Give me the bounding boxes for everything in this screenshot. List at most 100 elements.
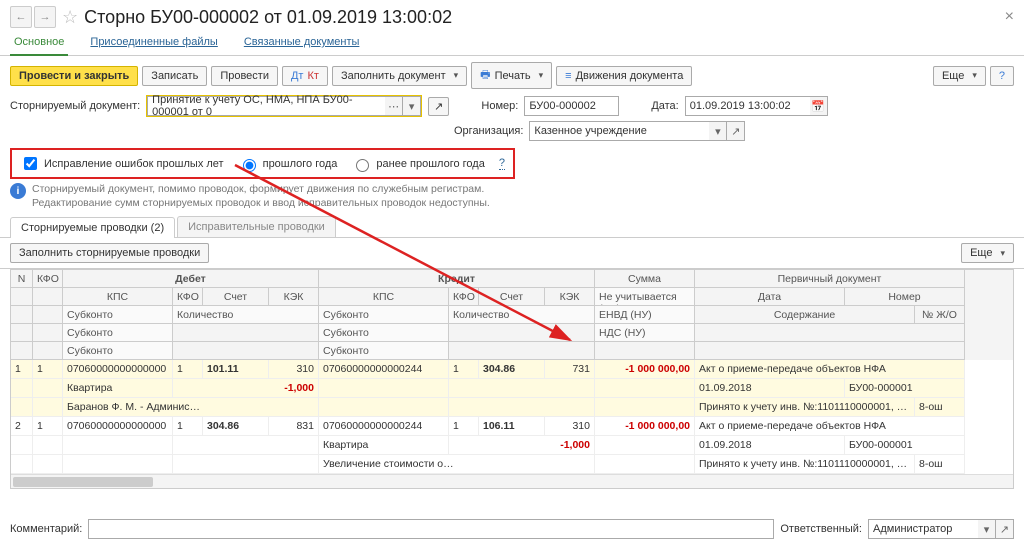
c-cacct: 304.86 <box>479 360 545 379</box>
correction-block: Исправление ошибок прошлых лет прошлого … <box>10 148 515 179</box>
c-csub1: Квартира <box>319 436 449 455</box>
resp-input[interactable]: Администратор <box>868 519 978 539</box>
h-nds: НДС (НУ) <box>595 324 695 342</box>
post-close-button[interactable]: Провести и закрыть <box>10 66 138 86</box>
c-sub2: Баранов Ф. М. - Админис… <box>63 398 319 417</box>
nav-fwd[interactable]: → <box>34 6 56 28</box>
h-sum: Сумма <box>595 270 695 288</box>
h-c-sub1: Субконто <box>319 306 449 324</box>
calendar-icon[interactable]: 📅 <box>810 96 828 116</box>
correction-checkbox[interactable]: Исправление ошибок прошлых лет <box>20 154 224 173</box>
number-label: Номер: <box>481 100 518 112</box>
radio-earlier-label: ранее прошлого года <box>376 158 484 170</box>
h-content: Содержание <box>695 306 915 324</box>
tab-correct[interactable]: Исправительные проводки <box>177 216 336 237</box>
comment-input[interactable] <box>88 519 774 539</box>
fill-doc-button[interactable]: Заполнить документ <box>332 66 467 86</box>
c-cacct: 106.11 <box>479 417 545 436</box>
org-open[interactable]: ↗ <box>727 121 745 141</box>
info-block: i Сторнируемый документ, помимо проводок… <box>0 181 1024 216</box>
table-row[interactable]: Квартира -1,000 01.09.2018 БУ00-000001 <box>11 379 1013 398</box>
c-dacct: 304.86 <box>203 417 269 436</box>
c-dkfo: 1 <box>173 360 203 379</box>
date-input[interactable]: 01.09.2019 13:00:02 <box>685 96 810 116</box>
nav-back[interactable]: ← <box>10 6 32 28</box>
c-csub2: Увеличение стоимости о… <box>319 455 595 474</box>
table-row[interactable]: 1 1 07060000000000000 1 101.11 310 07060… <box>11 360 1013 379</box>
help-button[interactable]: ? <box>990 66 1014 86</box>
page-title: Сторно БУ00-000002 от 01.09.2019 13:00:0… <box>84 7 452 28</box>
navtab-files[interactable]: Присоединенные файлы <box>86 30 221 55</box>
c-ckek: 310 <box>545 417 595 436</box>
entries-grid: N КФО Дебет Кредит Сумма Первичный докум… <box>10 269 1014 489</box>
c-dkek: 831 <box>269 417 319 436</box>
c-qty: -1,000 <box>173 379 319 398</box>
storno-dots[interactable]: ⋯ <box>385 96 403 116</box>
subbar-more[interactable]: Еще <box>961 243 1014 263</box>
c-date: 01.09.2018 <box>695 379 845 398</box>
info-line1: Сторнируемый документ, помимо проводок, … <box>32 183 490 197</box>
number-input[interactable]: БУ00-000002 <box>524 96 619 116</box>
correction-help[interactable]: ? <box>499 157 505 170</box>
table-row[interactable]: 2 1 07060000000000000 1 304.86 831 07060… <box>11 417 1013 436</box>
post-button[interactable]: Провести <box>211 66 278 86</box>
h-scrollbar[interactable] <box>11 474 1013 488</box>
resp-open[interactable]: ↗ <box>996 519 1014 539</box>
more-button[interactable]: Еще <box>933 66 986 86</box>
date-group: 01.09.2019 13:00:02 📅 <box>685 96 828 116</box>
star-icon[interactable]: ☆ <box>62 7 78 28</box>
c-doc: Акт о приеме-передаче объектов НФА <box>695 417 965 436</box>
h-kfo: КФО <box>33 270 63 288</box>
comment-label: Комментарий: <box>10 523 82 535</box>
moves-label: Движения документа <box>576 70 684 82</box>
table-row[interactable]: Увеличение стоимости о… Принято к учету … <box>11 455 1013 474</box>
radio-earlier-input[interactable] <box>356 159 369 172</box>
navtab-main[interactable]: Основное <box>10 30 68 56</box>
h-n: N <box>11 270 33 288</box>
h-c-kfo2: КФО <box>449 288 479 306</box>
open-ref-button[interactable]: ↗ <box>428 97 449 116</box>
save-button[interactable]: Записать <box>142 66 207 86</box>
h-d-acct: Счет <box>203 288 269 306</box>
grid-body[interactable]: 1 1 07060000000000000 1 101.11 310 07060… <box>11 360 1013 474</box>
h-credit: Кредит <box>319 270 595 288</box>
c-dkfo: 1 <box>173 417 203 436</box>
radio-last-year[interactable]: прошлого года <box>238 156 338 172</box>
close-icon[interactable]: × <box>1005 8 1014 26</box>
c-dkps: 07060000000000000 <box>63 417 173 436</box>
h-doc: Первичный документ <box>695 270 965 288</box>
moves-button[interactable]: ≡Движения документа <box>556 66 692 86</box>
table-row[interactable]: Баранов Ф. М. - Админис… Принято к учету… <box>11 398 1013 417</box>
table-row[interactable]: Квартира -1,000 01.09.2018 БУ00-000001 <box>11 436 1013 455</box>
h-c-sub3: Субконто <box>319 342 449 360</box>
fill-entries-button[interactable]: Заполнить сторнируемые проводки <box>10 243 209 263</box>
h-d-sub1: Субконто <box>63 306 173 324</box>
c-ckfo: 1 <box>449 360 479 379</box>
resp-group: Администратор ▾ ↗ <box>868 519 1014 539</box>
scroll-thumb[interactable] <box>13 477 153 487</box>
h-c-qty: Количество <box>449 306 595 324</box>
c-ckek: 731 <box>545 360 595 379</box>
storno-dd[interactable]: ▾ <box>403 96 421 116</box>
c-sub1: Квартира <box>63 379 173 398</box>
print-label: Печать <box>495 70 531 82</box>
radio-earlier[interactable]: ранее прошлого года <box>351 156 484 172</box>
info-line2: Редактирование сумм сторнируемых проводо… <box>32 197 490 211</box>
tab-storno[interactable]: Сторнируемые проводки (2) <box>10 217 175 238</box>
c-zo: 8-ош <box>915 398 965 417</box>
c-n: 2 <box>11 417 33 436</box>
info-icon: i <box>10 183 26 199</box>
radio-last-year-label: прошлого года <box>263 158 338 170</box>
resp-dd[interactable]: ▾ <box>978 519 996 539</box>
c-dkps: 07060000000000000 <box>63 360 173 379</box>
dtkt-button[interactable]: ДтКт <box>282 66 328 86</box>
c-sum: -1 000 000,00 <box>595 360 695 379</box>
storno-doc-input[interactable]: Принятие к учету ОС, НМА, НПА БУ00-00000… <box>147 96 385 116</box>
radio-last-year-input[interactable] <box>243 159 256 172</box>
org-input[interactable]: Казенное учреждение <box>529 121 709 141</box>
print-button[interactable]: 🖶Печать <box>471 62 552 89</box>
c-sum: -1 000 000,00 <box>595 417 695 436</box>
navtab-linked[interactable]: Связанные документы <box>240 30 364 55</box>
correction-cb-input[interactable] <box>24 157 37 170</box>
org-dd[interactable]: ▾ <box>709 121 727 141</box>
